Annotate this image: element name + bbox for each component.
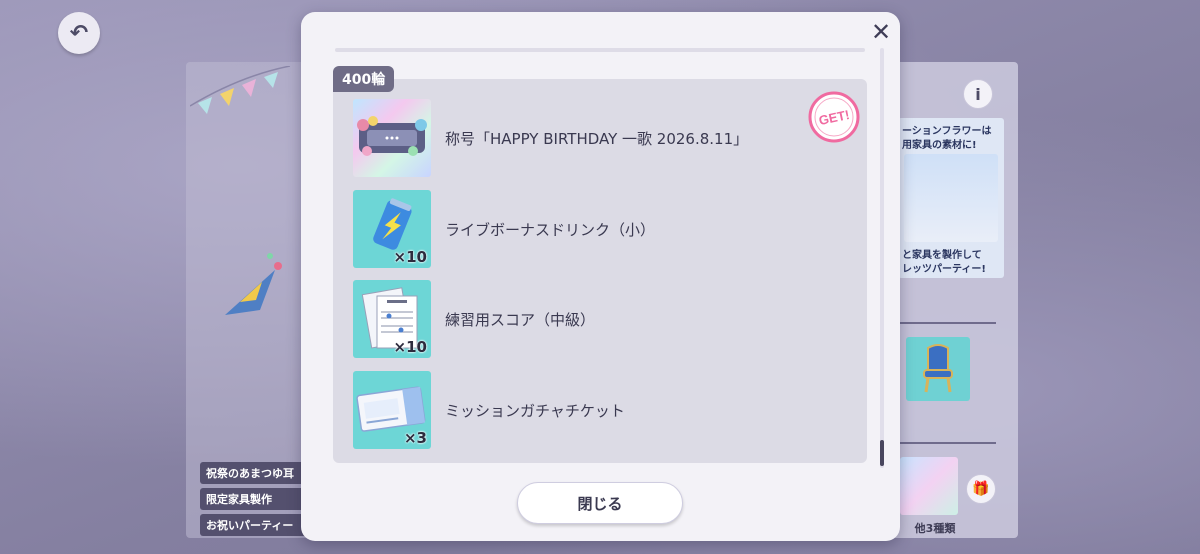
scrollbar-track[interactable] (880, 48, 884, 468)
reward-modal: ✕ 称号「HAPPY BIRTHDAY 一歌 2026.8.11」 ×10 ライ… (301, 12, 900, 541)
party-hat-icon (225, 253, 282, 315)
close-icon[interactable]: ✕ (867, 18, 895, 46)
reward-list: 称号「HAPPY BIRTHDAY 一歌 2026.8.11」 ×10 ライブボ… (333, 79, 867, 463)
list-item: ×10 ライブボーナスドリンク（小） (353, 190, 655, 268)
others-label: 他3種類 (914, 522, 956, 535)
promo-line-3: と家具を製作して (902, 250, 982, 261)
title-plate-icon (353, 99, 431, 177)
item-name: 称号「HAPPY BIRTHDAY 一歌 2026.8.11」 (445, 129, 749, 148)
gift-button[interactable]: 🎁 (966, 474, 996, 504)
divider (900, 442, 996, 444)
gift-icon: 🎁 (972, 481, 990, 497)
bunting-decoration (190, 66, 290, 114)
item-name: 練習用スコア（中級） (445, 310, 596, 329)
item-name: ミッションガチャチケット (445, 401, 625, 420)
info-icon: i (975, 84, 981, 104)
back-arrow-icon: ↶ (69, 20, 89, 46)
list-item: ×10 練習用スコア（中級） (353, 280, 595, 358)
item-quantity: ×3 (403, 429, 427, 447)
promo-line-2: 用家具の素材に! (902, 140, 977, 151)
event-label-1: 祝祭のあまつゆ耳 (200, 462, 310, 484)
item-quantity: ×10 (393, 338, 427, 356)
list-item: 称号「HAPPY BIRTHDAY 一歌 2026.8.11」 (353, 99, 748, 177)
chair-icon (923, 344, 953, 393)
close-button-label: 閉じる (577, 494, 623, 513)
list-item: ×3 ミッションガチャチケット (353, 371, 625, 449)
event-label-3: お祝いパーティー (200, 514, 310, 536)
item-name: ライブボーナスドリンク（小） (445, 220, 656, 239)
back-button[interactable]: ↶ (58, 12, 100, 54)
close-button[interactable]: 閉じる (517, 482, 683, 524)
event-label-2: 限定家具製作 (200, 488, 310, 510)
practice-score-icon: ×10 (353, 280, 431, 358)
tier-label: 400輪 (333, 66, 395, 92)
promo-banner[interactable]: ーションフラワーは 用家具の素材に! と家具を製作して レッツパーティー! (898, 118, 1004, 278)
event-labels: 祝祭のあまつゆ耳 限定家具製作 お祝いパーティー (200, 462, 310, 536)
chair-thumbnail[interactable] (906, 337, 970, 401)
energy-drink-icon: ×10 (353, 190, 431, 268)
divider (900, 322, 996, 324)
promo-line-1: ーションフラワーは (902, 126, 992, 137)
promo-line-4: レッツパーティー! (902, 264, 986, 275)
item-quantity: ×10 (393, 248, 427, 266)
promo-scene-image (904, 154, 998, 242)
top-divider (335, 48, 865, 52)
title-plate-thumbnail[interactable] (900, 457, 958, 515)
get-badge: GET! (808, 91, 860, 143)
gacha-ticket-icon: ×3 (353, 371, 431, 449)
info-button[interactable]: i (963, 79, 993, 109)
scrollbar-thumb[interactable] (880, 440, 884, 466)
